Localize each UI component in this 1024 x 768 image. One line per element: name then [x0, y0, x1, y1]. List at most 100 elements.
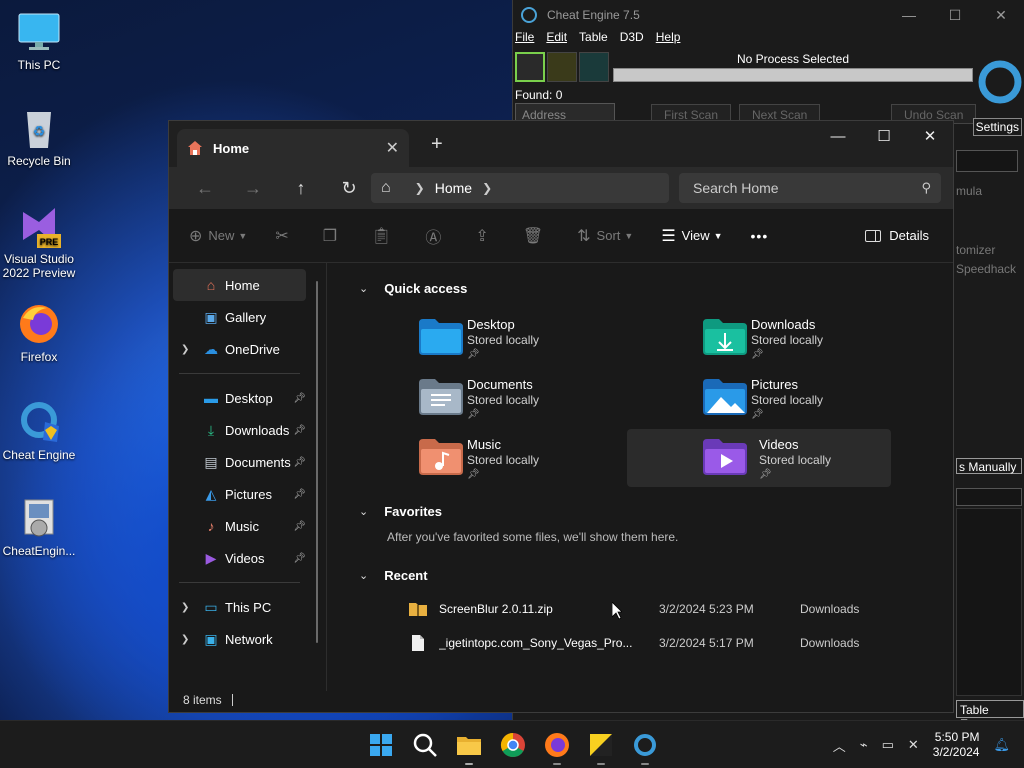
save-file-button[interactable] — [579, 52, 609, 82]
sidebar-item-documents[interactable]: ▤ Documents 📌︎ — [169, 446, 326, 478]
close-icon[interactable]: ✕ — [907, 121, 953, 151]
chevron-right-icon[interactable]: ❯ — [482, 181, 492, 195]
pin-icon[interactable]: 📌︎ — [293, 521, 306, 532]
desktop-icon-visual-studio[interactable]: PRE Visual Studio 2022 Preview — [0, 204, 78, 280]
pin-icon: 📌︎ — [751, 349, 764, 360]
monitor-icon[interactable]: ▭ — [882, 737, 894, 753]
taskbar-chrome[interactable] — [499, 731, 527, 759]
pin-icon[interactable]: 📌︎ — [293, 489, 306, 500]
view-button[interactable]: ☰ View ▼ — [661, 226, 722, 246]
taskbar-file-explorer[interactable] — [455, 731, 483, 765]
volume-muted-icon[interactable]: ✕ — [908, 737, 919, 753]
up-arrow-icon[interactable]: ↑ — [277, 178, 325, 199]
quick-access-header[interactable]: ⌄ Quick access — [359, 281, 467, 296]
chevron-up-icon[interactable]: ︿ — [833, 736, 846, 755]
details-button[interactable]: Details — [865, 228, 929, 243]
quick-access-downloads[interactable]: Downloads Stored locally 📌︎ — [693, 309, 957, 367]
cheat-engine-titlebar[interactable]: Cheat Engine 7.5 — ☐ ✕ — [513, 0, 1024, 30]
new-button[interactable]: ⊕ New ▼ — [189, 226, 247, 246]
menu-d3d[interactable]: D3D — [620, 30, 650, 48]
quick-access-videos[interactable]: Videos Stored locally 📌︎ — [627, 429, 891, 487]
chevron-down-icon: ▼ — [238, 230, 248, 241]
file-explorer-window[interactable]: Home ✕ + — ☐ ✕ ← → ↑ ↻ ⌂ ❯ Home ❯ ⚲ ⊕ Ne… — [168, 120, 954, 713]
table-row[interactable]: ScreenBlur 2.0.11.zip 3/2/2024 5:23 PM D… — [409, 595, 879, 623]
menu-help[interactable]: Help — [656, 30, 687, 48]
desktop-icon-cheat-engine[interactable]: Cheat Engine — [0, 400, 78, 462]
recycle-bin-icon: ♻ — [17, 106, 61, 150]
breadcrumb-home[interactable]: Home — [435, 180, 472, 196]
taskbar-sticky-notes[interactable] — [587, 731, 615, 765]
share-button[interactable]: ⇪ — [475, 226, 494, 246]
close-icon[interactable]: ✕ — [978, 7, 1024, 24]
taskbar-firefox[interactable] — [543, 731, 571, 765]
sidebar-item-gallery[interactable]: ▣ Gallery — [169, 301, 326, 333]
sidebar-item-desktop[interactable]: ▬ Desktop 📌︎ — [169, 382, 326, 414]
chevron-right-icon[interactable]: ❯ — [181, 634, 189, 645]
taskbar-cheat-engine[interactable] — [631, 731, 659, 765]
paste-icon: 📋︎ — [371, 227, 392, 245]
taskbar-search-button[interactable] — [411, 731, 439, 759]
sidebar-scrollbar[interactable] — [316, 281, 318, 643]
sidebar-item-home[interactable]: ⌂ Home — [173, 269, 306, 301]
quick-access-pictures[interactable]: Pictures Stored locally 📌︎ — [693, 369, 957, 427]
maximize-icon[interactable]: ☐ — [861, 121, 907, 151]
menu-table[interactable]: Table — [579, 30, 614, 48]
sidebar-item-videos[interactable]: ▶ Videos 📌︎ — [169, 542, 326, 574]
menu-file[interactable]: File — [515, 30, 540, 48]
open-file-button[interactable] — [547, 52, 577, 82]
search-box[interactable]: ⚲ — [679, 173, 941, 203]
rename-button[interactable]: Ⓐ — [425, 224, 447, 248]
sort-button[interactable]: ⇅ Sort ▼ — [577, 226, 633, 246]
quick-access-desktop[interactable]: Desktop Stored locally 📌︎ — [409, 309, 673, 367]
maximize-icon[interactable]: ☐ — [932, 7, 978, 24]
close-tab-icon[interactable]: ✕ — [386, 138, 399, 158]
table-row[interactable]: _igetintopc.com_Sony_Vegas_Pro... 3/2/20… — [409, 629, 879, 657]
cut-button[interactable]: ✂ — [275, 226, 294, 246]
sidebar-item-music[interactable]: ♪ Music 📌︎ — [169, 510, 326, 542]
pin-icon[interactable]: 📌︎ — [293, 457, 306, 468]
table-extras-button[interactable]: Table Extras — [956, 700, 1024, 731]
sidebar-item-onedrive[interactable]: ❯ ☁ OneDrive — [169, 333, 326, 365]
delete-button[interactable]: 🗑︎ — [523, 226, 549, 246]
chevron-right-icon[interactable]: ❯ — [181, 344, 189, 355]
desktop-icon-this-pc[interactable]: This PC — [0, 10, 78, 72]
pin-icon[interactable]: 📌︎ — [293, 553, 306, 564]
favorites-header[interactable]: ⌄ Favorites — [359, 504, 442, 519]
settings-button[interactable]: Settings — [972, 118, 1022, 136]
network-disconnected-icon[interactable]: ⌁ — [860, 737, 868, 753]
address-bar[interactable]: ⌂ ❯ Home ❯ — [371, 173, 669, 203]
quick-access-documents[interactable]: Documents Stored locally 📌︎ — [409, 369, 673, 427]
desktop-icon-cheatengine-installer[interactable]: CheatEngin... — [0, 496, 78, 558]
sidebar-item-pictures[interactable]: ◭ Pictures 📌︎ — [169, 478, 326, 510]
paste-button[interactable]: 📋︎ — [371, 226, 397, 246]
cheat-table[interactable] — [956, 508, 1022, 696]
copy-button[interactable]: ❐ — [323, 226, 343, 246]
sidebar-item-network[interactable]: ❯ ▣ Network — [169, 623, 326, 655]
pin-icon[interactable]: 📌︎ — [293, 425, 306, 436]
menu-edit[interactable]: Edit — [546, 30, 573, 48]
downloads-folder-icon: ⤓ — [207, 422, 215, 438]
minimize-icon[interactable]: — — [886, 7, 932, 24]
add-address-manually-button[interactable]: s Manually — [956, 458, 1022, 474]
back-arrow-icon[interactable]: ← — [181, 178, 229, 199]
sidebar-item-this-pc[interactable]: ❯ ▭ This PC — [169, 591, 326, 623]
firefox-icon — [17, 302, 61, 346]
pin-icon[interactable]: 📌︎ — [293, 393, 306, 404]
minimize-icon[interactable]: — — [815, 121, 861, 151]
refresh-icon[interactable]: ↻ — [325, 178, 373, 199]
new-tab-icon[interactable]: + — [431, 133, 443, 156]
clock[interactable]: 5:50 PM 3/2/2024 — [933, 730, 980, 760]
forward-arrow-icon[interactable]: → — [229, 178, 277, 199]
notification-bell-icon[interactable]: 🔔︎ — [993, 737, 1010, 753]
search-input[interactable] — [693, 180, 903, 196]
more-options-button[interactable]: ••• — [751, 228, 769, 244]
sidebar-item-downloads[interactable]: ⤓ Downloads 📌︎ — [169, 414, 326, 446]
select-process-button[interactable] — [515, 52, 545, 82]
value-input[interactable] — [956, 150, 1018, 172]
recent-header[interactable]: ⌄ Recent — [359, 568, 428, 583]
desktop-icon-recycle-bin[interactable]: ♻ Recycle Bin — [0, 106, 78, 168]
tab-home[interactable]: Home ✕ — [177, 129, 409, 167]
chevron-right-icon[interactable]: ❯ — [181, 602, 189, 613]
start-button[interactable] — [367, 731, 395, 759]
desktop-icon-firefox[interactable]: Firefox — [0, 302, 78, 364]
